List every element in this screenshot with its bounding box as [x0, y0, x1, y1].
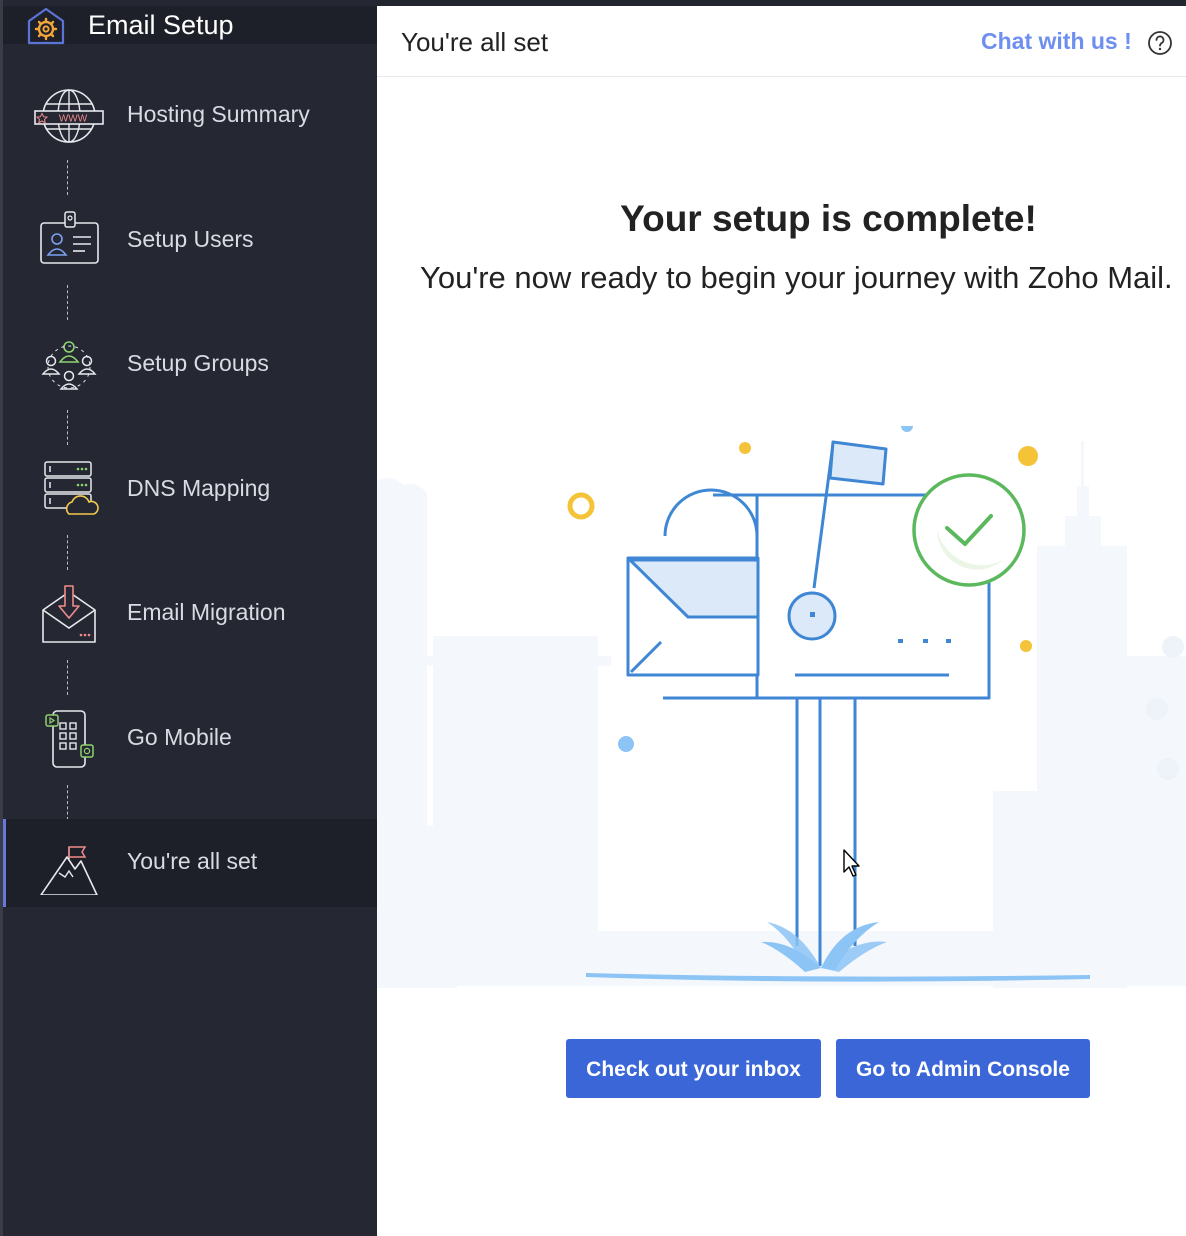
envelope-download-icon: [42, 585, 96, 643]
step-connector: [67, 785, 68, 820]
mailbox-illustration: [377, 426, 1186, 988]
id-card-icon: [40, 211, 99, 264]
sidebar-step-hosting-summary[interactable]: WWW Hosting Summary: [3, 72, 377, 160]
server-cloud-icon: [44, 461, 99, 515]
step-connector: [67, 160, 68, 195]
step-label: Setup Groups: [127, 350, 269, 376]
mouse-cursor-icon: [843, 849, 860, 877]
step-label: You're all set: [127, 848, 258, 874]
mountain-flag-icon: [40, 846, 98, 895]
sidebar-step-dns-mapping[interactable]: DNS Mapping: [3, 446, 377, 534]
mobile-apps-icon: [45, 710, 94, 768]
sidebar-title: Email Setup: [88, 10, 234, 40]
completion-headline: Your setup is complete!: [620, 198, 1037, 239]
email-setup-gear-icon: [27, 7, 65, 45]
check-inbox-button[interactable]: Check out your inbox: [566, 1039, 821, 1098]
sidebar-header: Email Setup: [3, 6, 377, 45]
svg-text:WWW: WWW: [59, 114, 88, 125]
step-label: Go Mobile: [127, 724, 232, 750]
sidebar-step-go-mobile[interactable]: Go Mobile: [3, 695, 377, 783]
globe-www-icon: WWW: [34, 89, 104, 143]
sidebar-step-setup-users[interactable]: Setup Users: [3, 197, 377, 285]
sidebar: Email Setup WWW Hosting Summary Setup Us…: [0, 0, 377, 1236]
group-icon: [41, 341, 97, 390]
help-icon[interactable]: [1147, 30, 1173, 56]
chat-with-us-link[interactable]: Chat with us !: [981, 26, 1132, 56]
completion-subline: You're now ready to begin your journey w…: [420, 260, 1173, 295]
step-label: Hosting Summary: [127, 101, 310, 127]
sidebar-step-setup-groups[interactable]: Setup Groups: [3, 321, 377, 409]
step-connector: [67, 410, 68, 445]
admin-console-button[interactable]: Go to Admin Console: [836, 1039, 1090, 1098]
step-label: Email Migration: [127, 599, 286, 625]
step-connector: [67, 660, 68, 695]
step-label: Setup Users: [127, 226, 254, 252]
step-connector: [67, 285, 68, 320]
main-header: You're all set Chat with us !: [377, 6, 1186, 77]
main-content: You're all set Chat with us ! Your setup…: [377, 6, 1186, 1236]
sidebar-step-email-migration[interactable]: Email Migration: [3, 570, 377, 658]
step-label: DNS Mapping: [127, 475, 271, 501]
sidebar-step-youre-all-set[interactable]: You're all set: [3, 819, 377, 907]
page-title: You're all set: [401, 27, 549, 57]
step-connector: [67, 535, 68, 570]
